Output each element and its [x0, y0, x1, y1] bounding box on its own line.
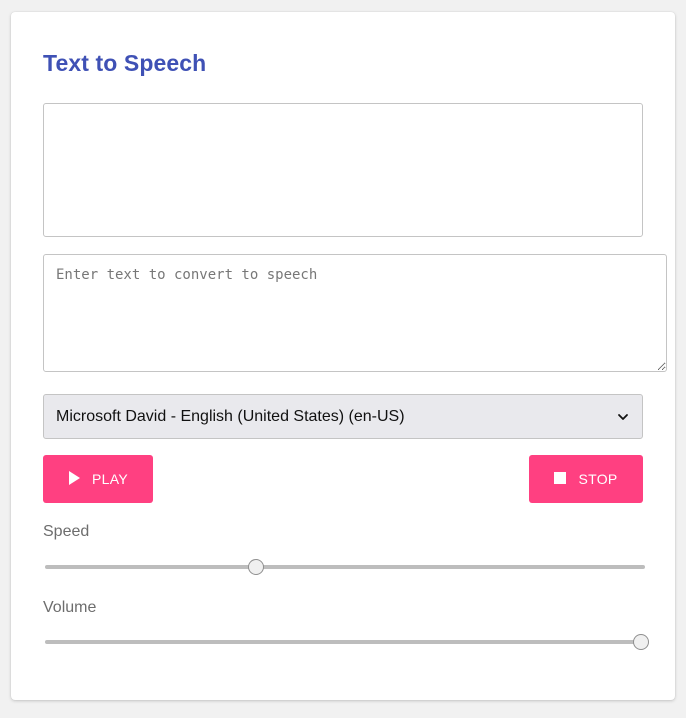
- speed-slider[interactable]: [45, 557, 645, 577]
- play-button-label: PLAY: [92, 471, 128, 487]
- stop-button[interactable]: STOP: [529, 455, 643, 503]
- volume-slider[interactable]: [45, 632, 649, 652]
- play-icon: [68, 470, 81, 488]
- volume-slider-thumb[interactable]: [633, 634, 649, 650]
- volume-label: Volume: [43, 599, 97, 616]
- stop-icon: [554, 471, 567, 487]
- speech-output-box: [43, 103, 643, 237]
- play-button[interactable]: PLAY: [43, 455, 153, 503]
- text-input[interactable]: [43, 254, 667, 372]
- page-title: Text to Speech: [43, 50, 207, 76]
- volume-slider-track[interactable]: [45, 640, 645, 644]
- speed-label: Speed: [43, 523, 90, 540]
- voice-select-value: Microsoft David - English (United States…: [56, 407, 405, 425]
- voice-select[interactable]: Microsoft David - English (United States…: [43, 394, 643, 439]
- speed-slider-thumb[interactable]: [247, 559, 264, 575]
- tts-card: Text to Speech Microsoft David - English…: [11, 12, 675, 700]
- speed-slider-track[interactable]: [45, 565, 645, 569]
- stop-button-label: STOP: [578, 471, 618, 487]
- chevron-down-icon: [618, 413, 628, 420]
